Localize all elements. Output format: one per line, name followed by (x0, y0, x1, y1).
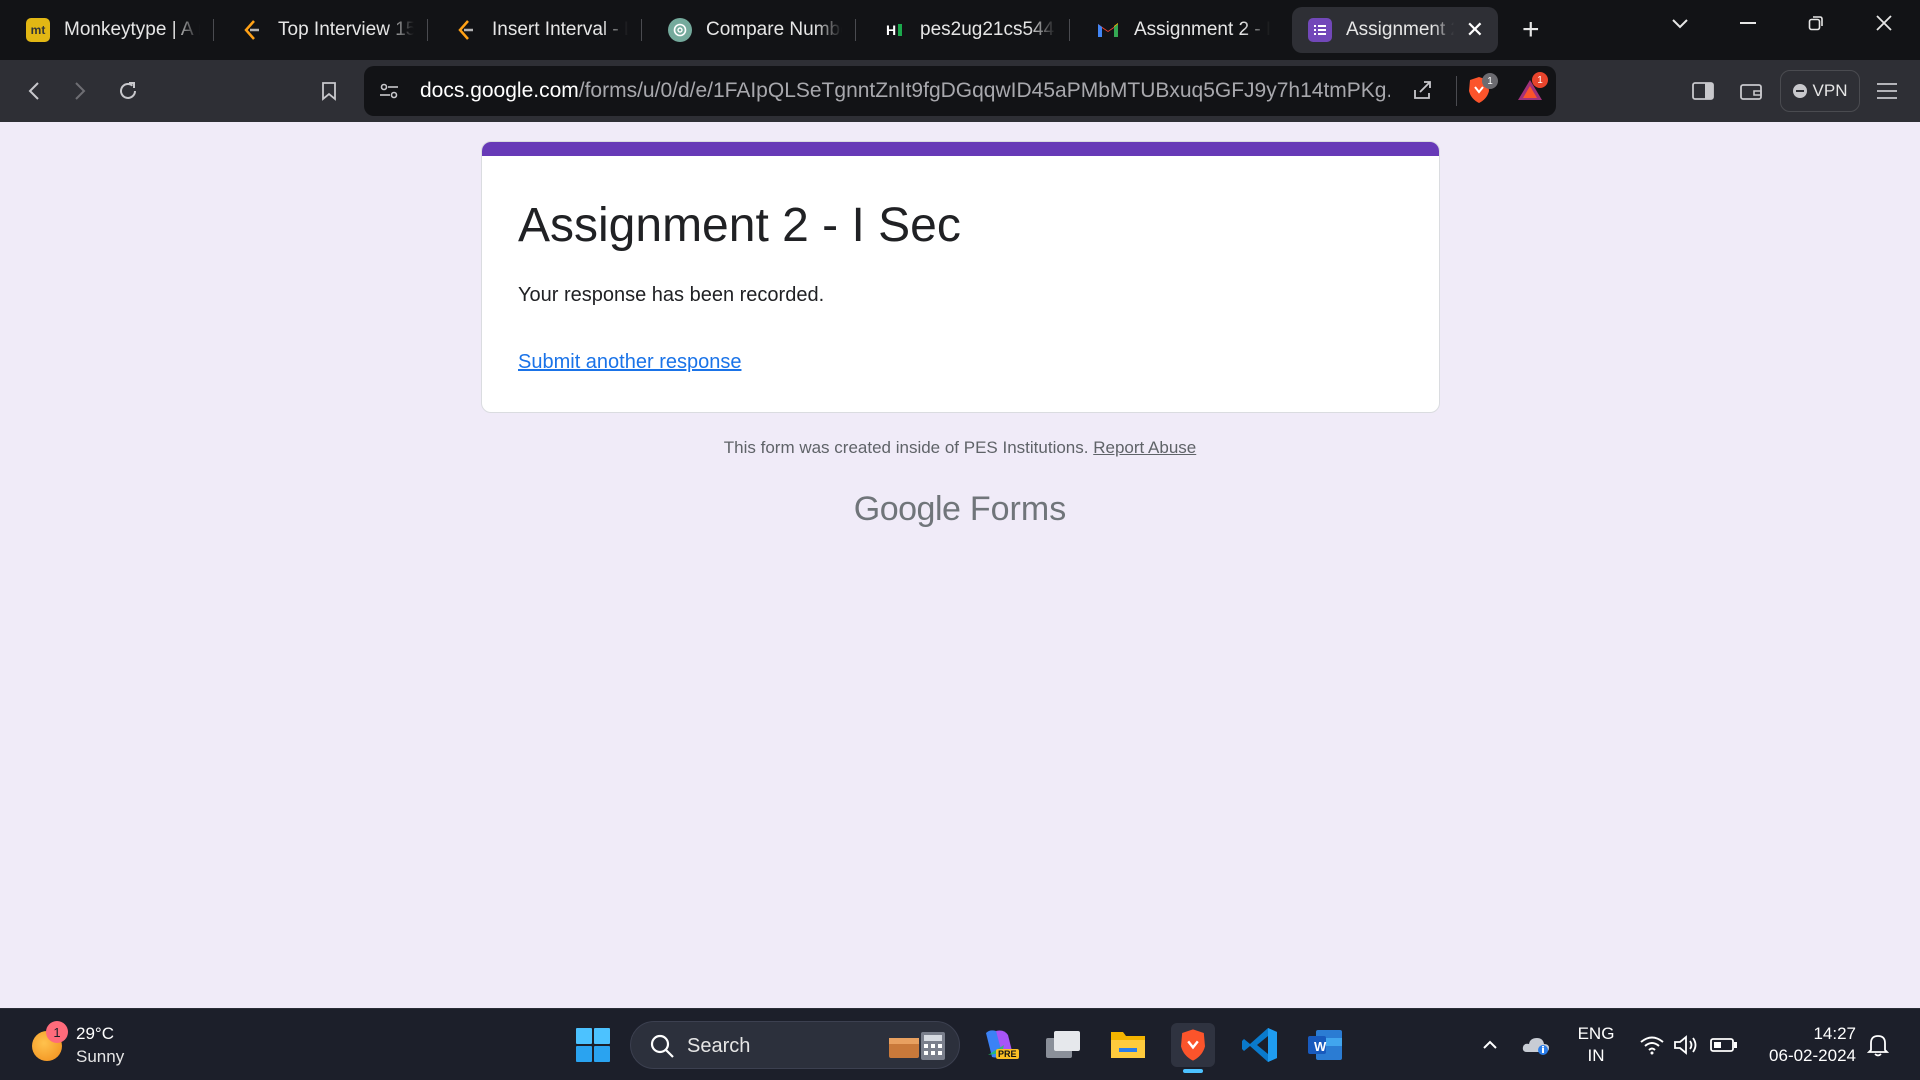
restore-icon[interactable] (1786, 0, 1846, 46)
leetcode-icon (240, 18, 264, 42)
weather-desc: Sunny (76, 1047, 125, 1066)
bookmark-icon[interactable] (312, 74, 346, 108)
tab-label: pes2ug21cs544 submission (920, 19, 1056, 40)
region-code: IN (1587, 1046, 1605, 1065)
new-tab-icon[interactable]: + (1522, 13, 1540, 47)
reload-icon[interactable] (111, 74, 145, 108)
submit-another-response-link[interactable]: Submit another response (518, 351, 741, 374)
form-footer-note: This form was created inside of PES Inst… (0, 438, 1920, 458)
weather-widget[interactable]: 1 29°C Sunny (30, 1021, 170, 1069)
tab-label: Monkeytype | A minimalistic (64, 19, 200, 40)
taskbar-search[interactable]: Search (630, 1021, 960, 1069)
file-explorer-icon[interactable] (1106, 1023, 1150, 1067)
address-bar[interactable]: docs.google.com/forms/u/0/d/e/1FAIpQLSeT… (364, 66, 1556, 116)
windows-taskbar: 1 29°C Sunny Search PRE W ENG IN 14:27 0… (0, 1008, 1920, 1080)
vscode-icon[interactable] (1238, 1023, 1282, 1067)
vpn-label: VPN (1812, 81, 1848, 100)
task-view-icon[interactable] (1041, 1023, 1085, 1067)
url-text[interactable]: docs.google.com/forms/u/0/d/e/1FAIpQLSeT… (420, 79, 1390, 103)
word-letter: W (1314, 1039, 1327, 1054)
tab-insert-interval[interactable]: Insert Interval - LeetCode (428, 7, 642, 53)
forms-icon (1308, 18, 1332, 42)
language-code: ENG (1577, 1024, 1615, 1043)
brave-browser-taskbar-icon[interactable] (1171, 1023, 1215, 1073)
tab-label: Top Interview 150 (278, 19, 414, 40)
back-icon[interactable] (17, 74, 51, 108)
vpn-button[interactable]: VPN (1780, 70, 1860, 112)
tab-hackerrank[interactable]: H pes2ug21cs544 submission (856, 7, 1070, 53)
windows-start-icon[interactable] (571, 1023, 615, 1067)
browser-tab-strip: mt Monkeytype | A minimalistic Top Inter… (0, 0, 1920, 60)
show-hidden-icons-chevron[interactable] (1470, 1023, 1510, 1067)
google-forms-logo[interactable]: Google Forms (0, 490, 1920, 529)
minimize-icon[interactable] (1718, 0, 1778, 46)
wallet-icon[interactable] (1734, 74, 1768, 108)
search-label: Search (687, 1035, 751, 1057)
brave-rewards-icon[interactable]: 1 (1516, 72, 1548, 107)
monkeytype-icon: mt (26, 18, 50, 42)
confirmation-card: Assignment 2 - I Sec Your response has b… (481, 141, 1440, 413)
footer-text: This form was created inside of PES Inst… (723, 438, 1089, 457)
tab-google-forms-active[interactable]: Assignment 2 - I Sec ✕ (1292, 7, 1498, 53)
word-icon[interactable]: W (1303, 1023, 1347, 1067)
onedrive-icon[interactable] (1516, 1023, 1556, 1067)
share-icon[interactable] (1411, 78, 1435, 107)
copilot-pre-tag: PRE (996, 1049, 1019, 1059)
gmail-icon (1096, 18, 1120, 42)
leetcode-icon (454, 18, 478, 42)
browser-toolbar: docs.google.com/forms/u/0/d/e/1FAIpQLSeT… (0, 60, 1920, 122)
sidebar-toggle-icon[interactable] (1686, 74, 1720, 108)
report-abuse-link[interactable]: Report Abuse (1093, 438, 1196, 457)
notifications-bell-icon[interactable] (1858, 1023, 1898, 1067)
brave-shields-icon[interactable]: 1 (1466, 73, 1498, 110)
copilot-icon[interactable]: PRE (976, 1023, 1020, 1067)
clock-date: 06-02-2024 (1769, 1046, 1856, 1065)
language-indicator[interactable]: ENG IN (1566, 1023, 1626, 1067)
vpn-off-icon (1792, 84, 1807, 98)
tab-search-chevron-icon[interactable] (1650, 0, 1710, 46)
search-icon (649, 1033, 675, 1064)
active-app-indicator (1183, 1069, 1203, 1073)
close-window-icon[interactable] (1854, 0, 1914, 46)
weather-badge: 1 (46, 1021, 68, 1043)
search-highlight-icon (887, 1030, 949, 1067)
weather-temp: 29°C (76, 1024, 114, 1043)
tab-label: Insert Interval - LeetCode (492, 19, 628, 40)
tab-compare-numbers[interactable]: Compare Numbers (642, 7, 856, 53)
hackerrank-icon: H (882, 18, 906, 42)
brand-google: Google (853, 490, 961, 528)
tab-gmail[interactable]: Assignment 2 - I Sec (1070, 7, 1284, 53)
confirmation-message: Your response has been recorded. (518, 284, 825, 306)
brand-forms: Forms (969, 490, 1067, 528)
tab-label: Assignment 2 - I Sec (1346, 19, 1454, 40)
tab-monkeytype[interactable]: mt Monkeytype | A minimalistic (0, 7, 214, 53)
form-accent-bar (482, 142, 1439, 156)
forward-icon[interactable] (63, 74, 97, 108)
site-settings-icon[interactable] (378, 80, 400, 107)
tab-top-interview[interactable]: Top Interview 150 (214, 7, 428, 53)
volume-icon[interactable] (1666, 1023, 1706, 1067)
battery-icon[interactable] (1704, 1023, 1744, 1067)
clock[interactable]: 14:27 06-02-2024 (1756, 1023, 1856, 1067)
tab-label: Compare Numbers (706, 19, 842, 40)
close-tab-icon[interactable]: ✕ (1466, 17, 1484, 43)
form-title: Assignment 2 - I Sec (518, 199, 961, 252)
menu-icon[interactable] (1870, 74, 1904, 108)
clock-time: 14:27 (1813, 1024, 1856, 1043)
chatgpt-icon (668, 18, 692, 42)
tab-label: Assignment 2 - I Sec (1134, 19, 1270, 40)
